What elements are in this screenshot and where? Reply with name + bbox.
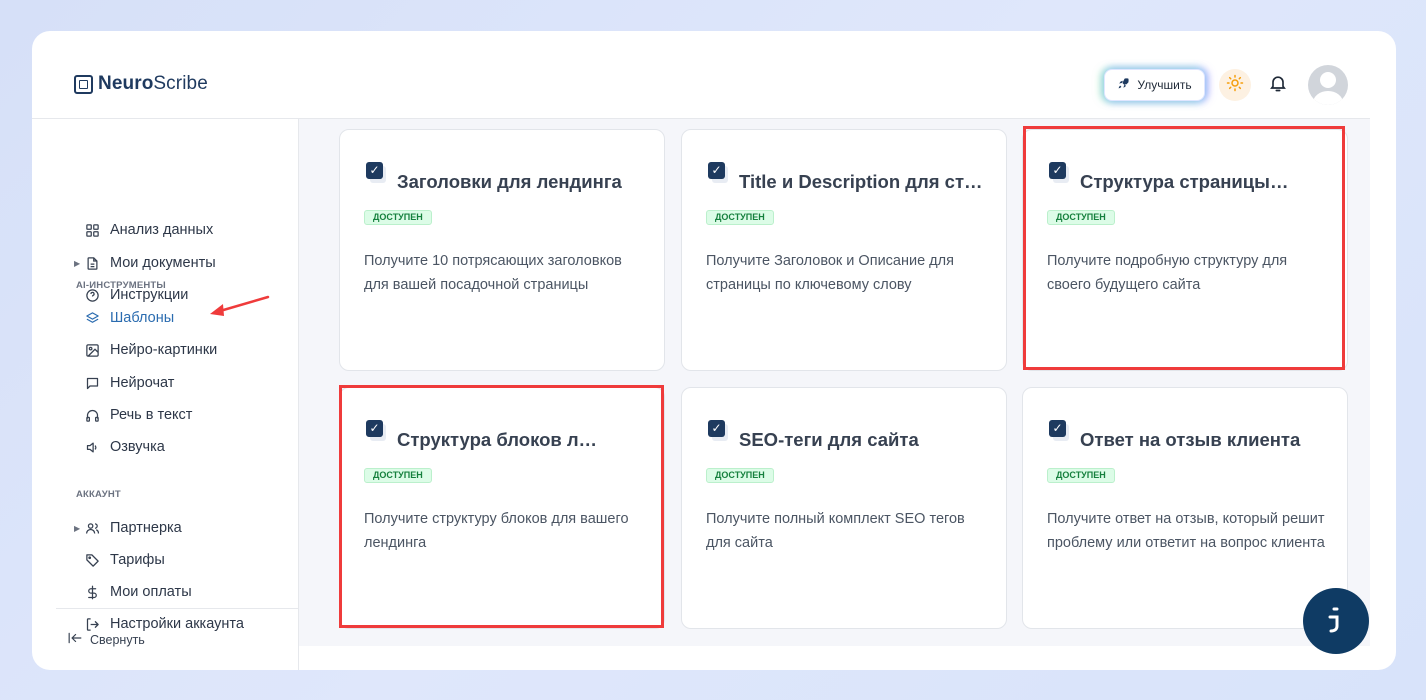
sun-icon <box>1226 74 1244 97</box>
image-icon <box>84 342 100 358</box>
chat-logo-icon <box>1325 604 1347 639</box>
logout-icon <box>84 616 100 632</box>
tag-icon <box>84 552 100 568</box>
sidebar: Анализ данных ▶ Мои документы Инструкции… <box>56 119 299 670</box>
template-card[interactable]: ✓ Заголовки для лендинга ДОСТУПЕН Получи… <box>339 129 665 371</box>
card-description: Получите ответ на отзыв, который решит п… <box>1047 511 1325 551</box>
chat-support-button[interactable] <box>1303 588 1369 654</box>
headphones-icon <box>84 407 100 423</box>
collapse-left-icon <box>68 632 82 647</box>
theme-toggle-button[interactable] <box>1219 69 1251 101</box>
status-badge: ДОСТУПЕН <box>364 210 432 225</box>
template-card[interactable]: ✓ Структура блоков лендинга ДОСТУПЕН Пол… <box>339 387 665 629</box>
upgrade-button[interactable]: Улучшить <box>1104 69 1205 101</box>
sidebar-item-label: Партнерка <box>110 520 182 536</box>
document-icon <box>84 255 100 271</box>
sidebar-item-label: Нейро-картинки <box>110 342 218 358</box>
checkbox-icon: ✓ <box>366 162 388 186</box>
collapse-sidebar-button[interactable]: Свернуть <box>68 632 145 647</box>
sidebar-item-label: Речь в текст <box>110 407 193 423</box>
rocket-icon <box>1117 77 1130 93</box>
status-badge: ДОСТУПЕН <box>706 210 774 225</box>
template-card[interactable]: ✓ SEO-теги для сайта ДОСТУПЕН Получите п… <box>681 387 1007 629</box>
notifications-button[interactable] <box>1266 73 1290 97</box>
card-title: Ответ на отзыв клиента <box>1080 429 1301 450</box>
sidebar-item-label: Анализ данных <box>110 222 214 238</box>
sidebar-item-label: Шаблоны <box>110 310 175 326</box>
sidebar-item-label: Настройки аккаунта <box>110 616 244 632</box>
logo[interactable]: NeuroScribe <box>74 73 208 95</box>
card-title: Структура страницы сайта <box>1080 171 1290 192</box>
card-description: Получите подробную структуру для своего … <box>1047 253 1288 293</box>
bell-icon <box>1268 73 1288 98</box>
template-card[interactable]: ✓ Title и Description для страницы ДОСТУ… <box>681 129 1007 371</box>
caret-right-icon: ▶ <box>74 523 81 533</box>
checkbox-icon: ✓ <box>708 162 730 186</box>
checkbox-icon: ✓ <box>708 420 730 444</box>
grid-icon <box>84 222 100 238</box>
card-description: Получите 10 потрясающих заголовков для в… <box>364 253 622 293</box>
section-title-account: АККАУНТ <box>76 489 121 500</box>
logo-icon <box>74 74 93 94</box>
card-description: Получите структуру блоков для вашего лен… <box>364 511 629 551</box>
user-avatar[interactable] <box>1308 65 1348 105</box>
sidebar-item-label: Тарифы <box>110 552 165 568</box>
sidebar-item-label: Мои документы <box>110 255 216 271</box>
logo-text: NeuroScribe <box>98 73 208 94</box>
status-badge: ДОСТУПЕН <box>1047 210 1115 225</box>
sidebar-item-label: Нейрочат <box>110 375 175 391</box>
card-description: Получите полный комплект SEO тегов для с… <box>706 511 965 551</box>
checkbox-icon: ✓ <box>366 420 388 444</box>
card-title: Заголовки для лендинга <box>397 171 622 192</box>
checkbox-icon: ✓ <box>1049 420 1071 444</box>
status-badge: ДОСТУПЕН <box>1047 468 1115 483</box>
red-arrow-annotation <box>206 291 272 326</box>
users-icon <box>84 520 100 536</box>
collapse-label: Свернуть <box>90 632 145 647</box>
card-title: SEO-теги для сайта <box>739 429 919 450</box>
app-window: NeuroScribe Улучшить Анализ данных ▶ Мои… <box>32 31 1396 670</box>
card-title: Структура блоков лендинга <box>397 429 607 450</box>
sidebar-divider <box>56 608 298 609</box>
upgrade-label: Улучшить <box>1137 78 1192 92</box>
template-card[interactable]: ✓ Структура страницы сайта ДОСТУПЕН Полу… <box>1022 129 1348 371</box>
template-card[interactable]: ✓ Ответ на отзыв клиента ДОСТУПЕН Получи… <box>1022 387 1348 629</box>
status-badge: ДОСТУПЕН <box>364 468 432 483</box>
card-description: Получите Заголовок и Описание для страни… <box>706 253 954 293</box>
speaker-icon <box>84 439 100 455</box>
top-header: NeuroScribe Улучшить <box>32 31 1370 119</box>
templates-grid: ✓ Заголовки для лендинга ДОСТУПЕН Получи… <box>299 119 1370 646</box>
dollar-icon <box>84 584 100 600</box>
section-title-ai: AI-ИНСТРУМЕНТЫ <box>76 280 166 291</box>
sidebar-item-label: Мои оплаты <box>110 584 192 600</box>
chat-icon <box>84 375 100 391</box>
layers-icon <box>84 310 100 326</box>
sidebar-item-label: Озвучка <box>110 439 165 455</box>
card-title: Title и Description для страницы <box>739 171 987 192</box>
caret-right-icon: ▶ <box>74 258 81 268</box>
status-badge: ДОСТУПЕН <box>706 468 774 483</box>
checkbox-icon: ✓ <box>1049 162 1071 186</box>
